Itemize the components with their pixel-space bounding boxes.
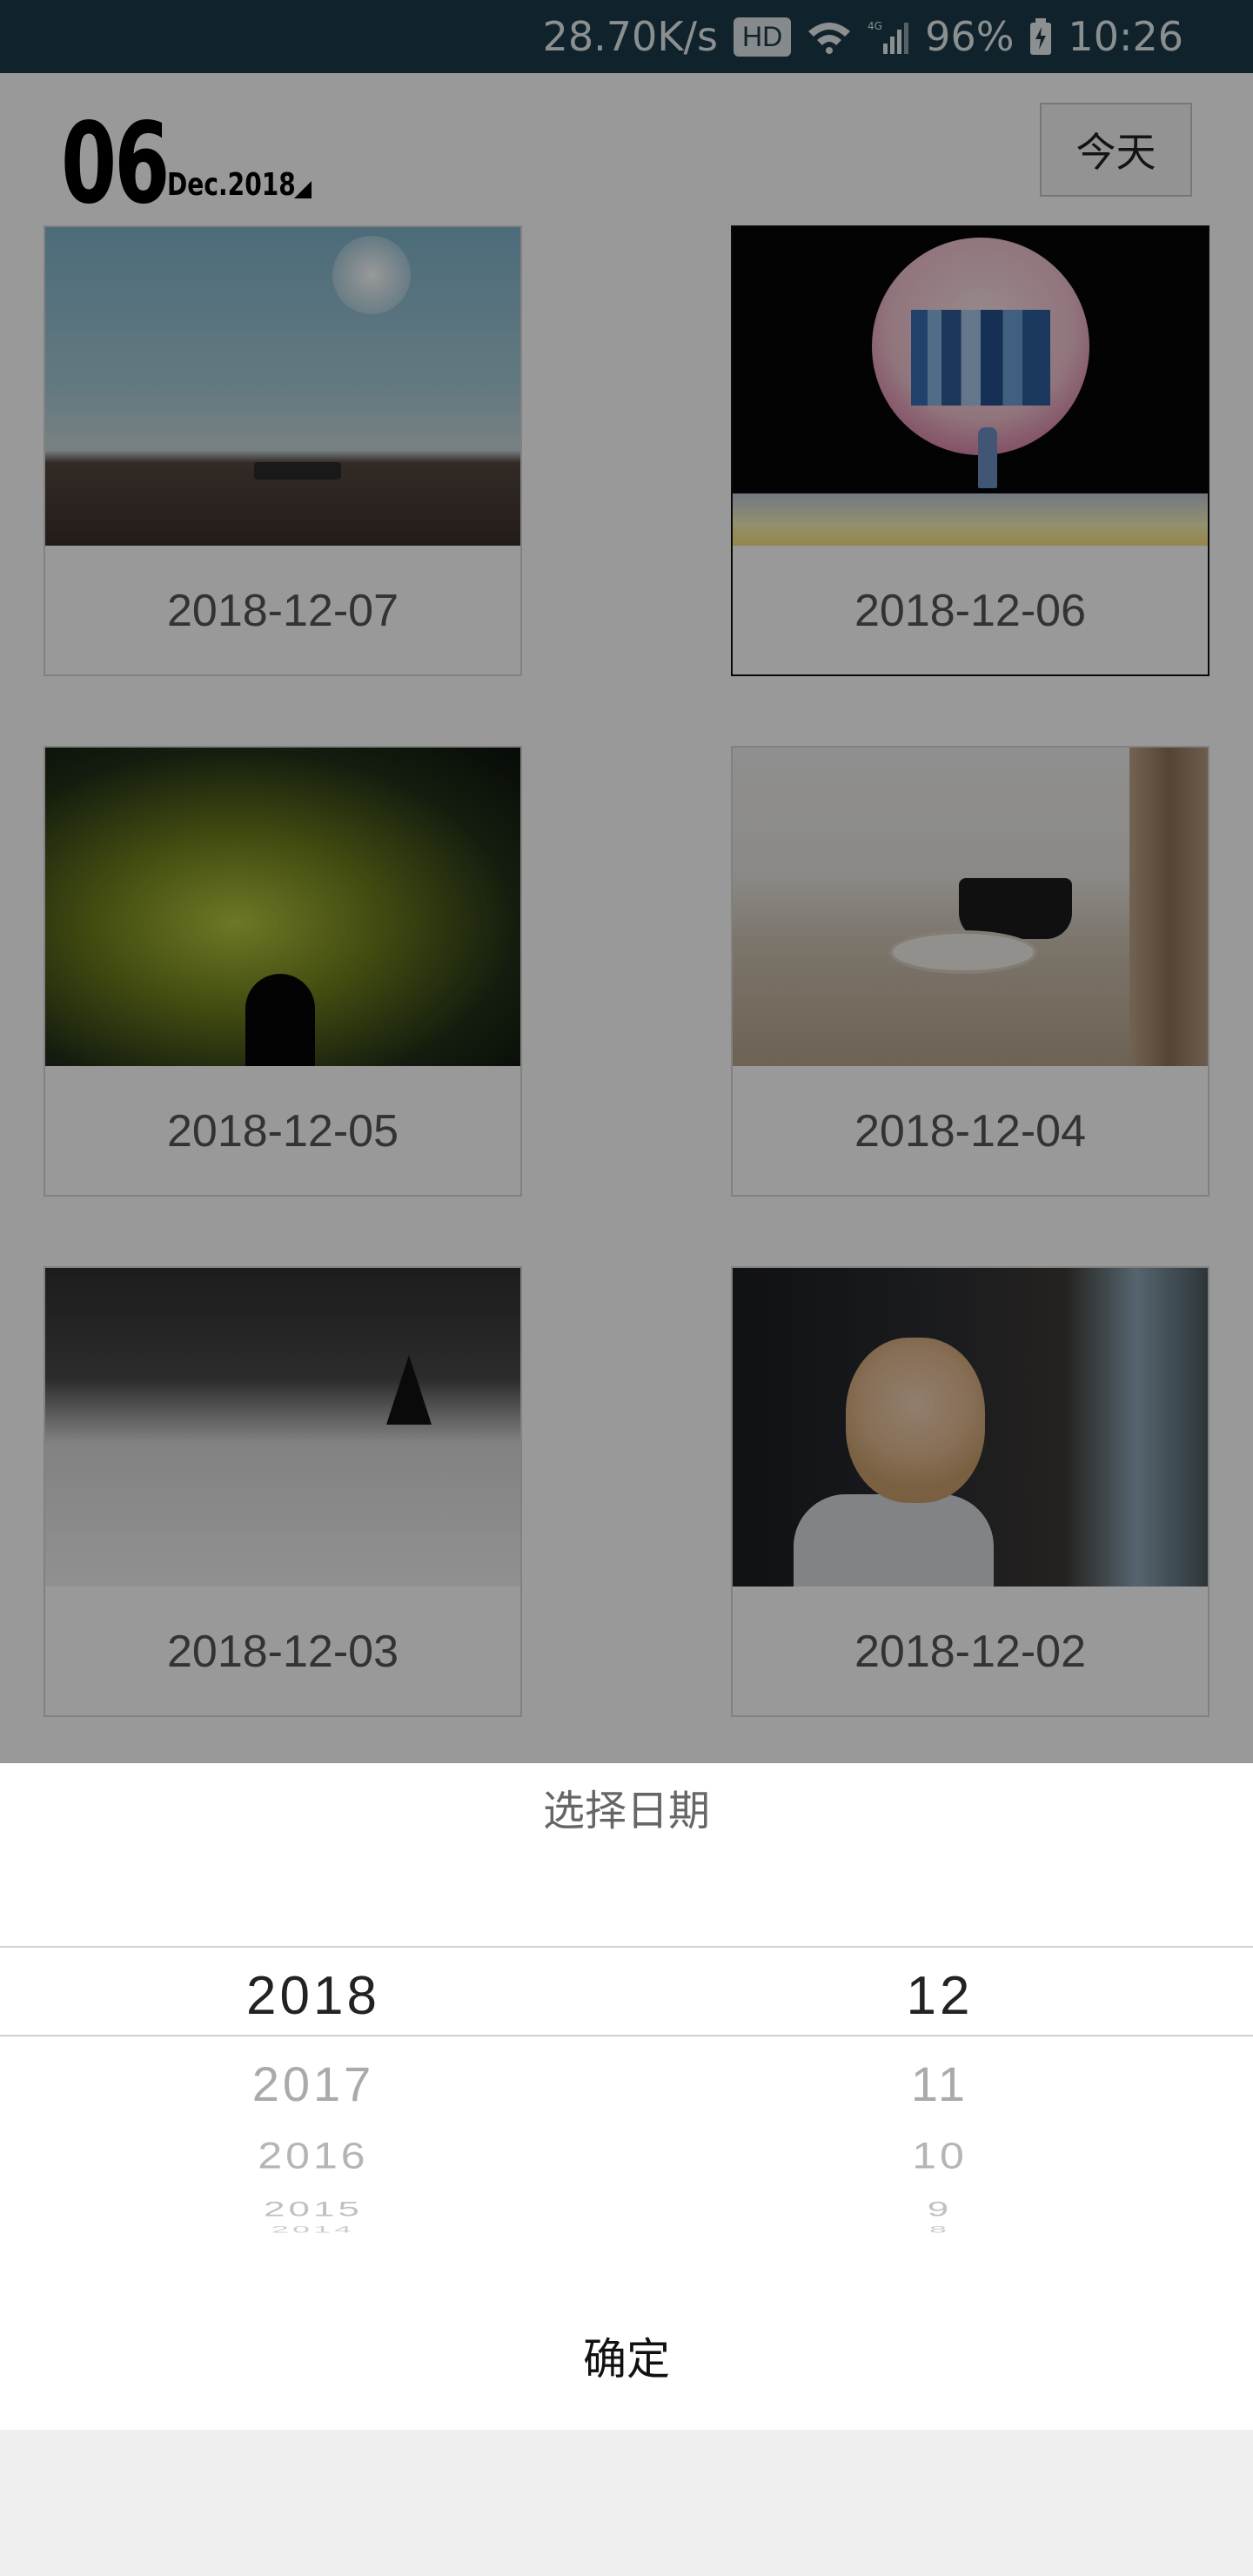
year-option[interactable]: 2016	[0, 2134, 626, 2177]
month-wheel[interactable]: 12 11 10 9 8	[626, 1911, 1253, 2303]
date-picker-sheet: 选择日期 2018 2017 2016 2015 2014 12 11 10 9…	[0, 1763, 1253, 2430]
confirm-button[interactable]: 确定	[0, 2282, 1253, 2430]
modal-backdrop[interactable]	[0, 0, 1253, 1763]
year-option[interactable]: 2017	[0, 2056, 626, 2112]
year-option-selected[interactable]: 2018	[0, 1965, 626, 2027]
date-wheel: 2018 2017 2016 2015 2014 12 11 10 9 8	[0, 1911, 1253, 2303]
year-wheel[interactable]: 2018 2017 2016 2015 2014	[0, 1911, 626, 2303]
picker-title: 选择日期	[542, 1787, 710, 1835]
month-option-selected[interactable]: 12	[626, 1965, 1253, 2027]
year-option[interactable]: 2014	[0, 2224, 626, 2236]
month-option[interactable]: 8	[626, 2224, 1253, 2236]
month-option[interactable]: 10	[626, 2134, 1253, 2177]
year-option[interactable]: 2015	[0, 2197, 626, 2222]
month-option[interactable]: 9	[626, 2197, 1253, 2222]
month-option[interactable]: 11	[626, 2056, 1253, 2112]
